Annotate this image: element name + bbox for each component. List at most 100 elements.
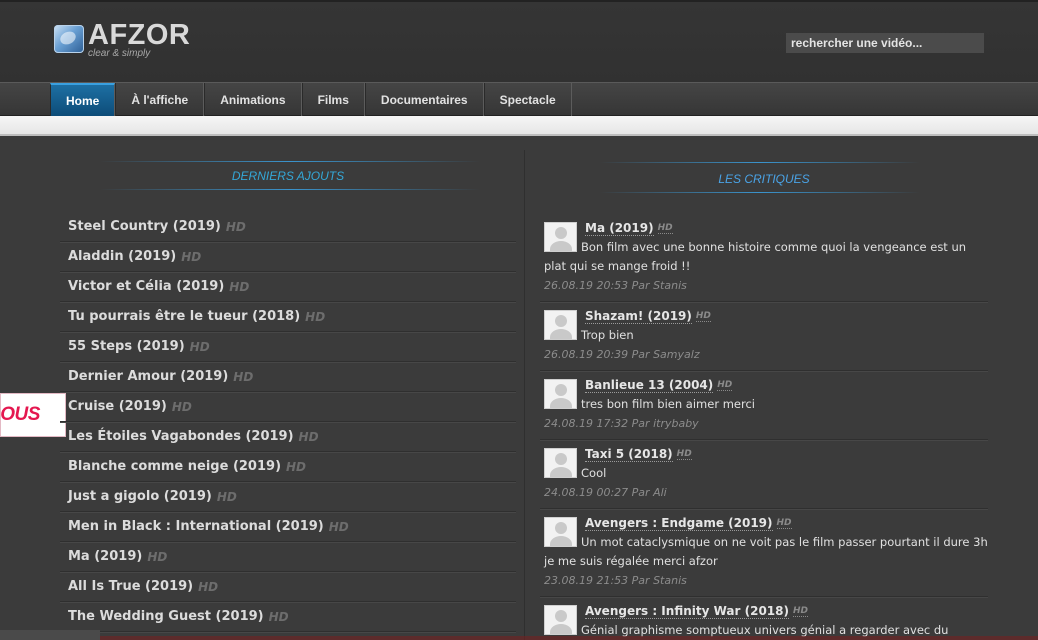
hd-badge: HD xyxy=(229,279,250,294)
review-meta: 23.08.19 21:53 Par Stanis xyxy=(544,574,687,587)
review-text: Cool xyxy=(581,466,607,480)
film-title-link[interactable]: The Wedding Guest (2019) xyxy=(68,609,264,624)
film-title-link[interactable]: Dernier Amour (2019) xyxy=(68,369,228,384)
film-title-link[interactable]: Ma (2019) xyxy=(68,549,142,564)
latest-item[interactable]: All Is True (2019) HD xyxy=(60,572,516,602)
logo-tagline: clear & simply xyxy=(88,48,151,59)
film-title-link[interactable]: Blanche comme neige (2019) xyxy=(68,459,281,474)
latest-item[interactable]: The Wedding Guest (2019) HD xyxy=(60,602,516,632)
review-film-link[interactable]: Avengers : Infinity War (2018) xyxy=(585,604,789,619)
avatar xyxy=(544,448,577,478)
review-text: Bon film avec une bonne histoire comme q… xyxy=(544,240,967,273)
avatar xyxy=(544,222,577,252)
review-text: Un mot cataclysmique on ne voit pas le f… xyxy=(544,535,988,568)
latest-item[interactable]: Steel Country (2019) HD xyxy=(60,212,516,242)
film-title-link[interactable]: Just a gigolo (2019) xyxy=(68,489,212,504)
latest-item[interactable]: Les Étoiles Vagabondes (2019) HD xyxy=(60,422,516,452)
film-title-link[interactable]: Victor et Célia (2019) xyxy=(68,279,224,294)
bottom-accent xyxy=(100,636,1038,640)
header-separator xyxy=(0,116,1038,136)
review-meta: 26.08.19 20:53 Par Stanis xyxy=(544,279,687,292)
promo-text: NOUS xyxy=(0,404,40,425)
reviews-section-title: LES CRITIQUES xyxy=(718,172,810,186)
latest-item[interactable]: 55 Steps (2019) HD xyxy=(60,332,516,362)
promo-banner[interactable]: NOUS xyxy=(0,393,66,437)
review-title-line: Avengers : Infinity War (2018) HD xyxy=(585,601,988,621)
film-title-link[interactable]: Tu pourrais être le tueur (2018) xyxy=(68,309,300,324)
hd-badge: HD xyxy=(717,379,733,391)
film-title-link[interactable]: Steel Country (2019) xyxy=(68,219,221,234)
hd-badge: HD xyxy=(792,605,808,617)
film-title-link[interactable]: Cruise (2019) xyxy=(68,399,167,414)
hd-badge: HD xyxy=(147,549,168,564)
nav-menu: Home À l'affiche Animations Films Documentai… xyxy=(50,83,572,116)
latest-item[interactable]: Dernier Amour (2019) HD xyxy=(60,362,516,392)
hd-badge: HD xyxy=(298,429,319,444)
avatar xyxy=(544,605,577,635)
search-input[interactable]: rechercher une vidéo... xyxy=(786,33,984,53)
hd-badge: HD xyxy=(225,219,246,234)
film-title-link[interactable]: 55 Steps (2019) xyxy=(68,339,185,354)
review-title-line: Banlieue 13 (2004) HD xyxy=(585,375,988,395)
latest-item[interactable]: Victor et Célia (2019) HD xyxy=(60,272,516,302)
review-title-line: Taxi 5 (2018) HD xyxy=(585,444,988,464)
review-item: Banlieue 13 (2004) HD tres bon film bien a… xyxy=(540,371,988,440)
latest-section-header: DERNIERS AJOUTS xyxy=(60,150,516,192)
latest-item[interactable]: Just a gigolo (2019) HD xyxy=(60,482,516,512)
review-film-link[interactable]: Banlieue 13 (2004) xyxy=(585,378,714,393)
bottom-strip xyxy=(0,630,100,640)
review-item: Avengers : Endgame (2019) HD Un mot catacl… xyxy=(540,509,988,597)
film-title-link[interactable]: Men in Black : International (2019) xyxy=(68,519,324,534)
review-meta: 24.08.19 17:32 Par itrybaby xyxy=(544,417,699,430)
latest-item[interactable]: Men in Black : International (2019) HD xyxy=(60,512,516,542)
review-item: Ma (2019) HD Bon film avec une bonne histo… xyxy=(540,214,988,302)
avatar xyxy=(544,379,577,409)
nav-item-films[interactable]: Films xyxy=(301,83,365,116)
review-text: Trop bien xyxy=(581,328,634,342)
avatar xyxy=(544,310,577,340)
latest-item[interactable]: Cruise (2019) HD xyxy=(60,392,516,422)
review-meta: 26.08.19 20:39 Par Samyalz xyxy=(544,348,700,361)
logo-icon xyxy=(54,25,84,53)
column-divider xyxy=(524,150,525,640)
nav-item-documentaires[interactable]: Documentaires xyxy=(364,83,484,116)
latest-additions-section: DERNIERS AJOUTS Steel Country (2019) HD Al… xyxy=(60,150,516,632)
nav-item-spectacle[interactable]: Spectacle xyxy=(483,83,572,116)
hd-badge: HD xyxy=(676,448,692,460)
review-film-link[interactable]: Shazam! (2019) xyxy=(585,309,692,324)
film-title-link[interactable]: Les Étoiles Vagabondes (2019) xyxy=(68,429,294,444)
header-rule-bottom xyxy=(600,192,920,193)
header-rule-bottom xyxy=(100,189,480,190)
review-item: Shazam! (2019) HD Trop bien 26.08.19 20:39 … xyxy=(540,302,988,371)
latest-item[interactable]: Ma (2019) HD xyxy=(60,542,516,572)
review-film-link[interactable]: Ma (2019) xyxy=(585,221,654,236)
nav-item-home[interactable]: Home xyxy=(50,83,116,116)
header-rule-top xyxy=(100,161,480,162)
latest-item[interactable]: Blanche comme neige (2019) HD xyxy=(60,452,516,482)
review-film-link[interactable]: Taxi 5 (2018) xyxy=(585,447,673,462)
reviews-section-header: LES CRITIQUES xyxy=(540,150,988,193)
latest-section-title: DERNIERS AJOUTS xyxy=(231,169,345,183)
hd-badge: HD xyxy=(216,489,237,504)
main-navigation: Home À l'affiche Animations Films Documentai… xyxy=(0,82,1038,116)
film-title-link[interactable]: All Is True (2019) xyxy=(68,579,193,594)
review-film-link[interactable]: Avengers : Endgame (2019) xyxy=(585,516,773,531)
header-rule-top xyxy=(600,162,920,163)
latest-item[interactable]: Aladdin (2019) HD xyxy=(60,242,516,272)
hd-badge: HD xyxy=(171,399,192,414)
hd-badge: HD xyxy=(181,249,202,264)
nav-item-l-affiche[interactable]: À l'affiche xyxy=(115,83,205,116)
hd-badge: HD xyxy=(286,459,307,474)
review-title-line: Ma (2019) HD xyxy=(585,218,988,238)
review-title-line: Shazam! (2019) HD xyxy=(585,306,988,326)
film-title-link[interactable]: Aladdin (2019) xyxy=(68,249,176,264)
site-header: AFZOR clear & simply rechercher une vidé… xyxy=(0,0,1038,82)
hd-badge: HD xyxy=(268,609,289,624)
hd-badge: HD xyxy=(305,309,326,324)
review-meta: 24.08.19 00:27 Par Ali xyxy=(544,486,667,499)
latest-item[interactable]: Tu pourrais être le tueur (2018) HD xyxy=(60,302,516,332)
review-item: Taxi 5 (2018) HD Cool 24.08.19 00:27 Par Al… xyxy=(540,440,988,509)
review-text: tres bon film bien aimer merci xyxy=(581,397,755,411)
nav-item-animations[interactable]: Animations xyxy=(204,83,302,116)
review-item: Avengers : Infinity War (2018) HD Génial g… xyxy=(540,597,988,640)
